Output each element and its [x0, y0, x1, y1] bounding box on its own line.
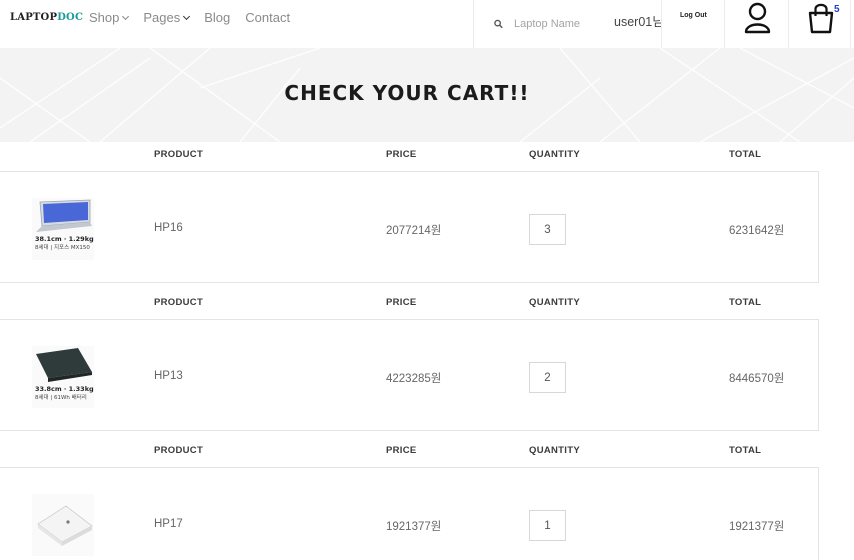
- product-name[interactable]: HP17: [154, 518, 183, 530]
- cart-row: 38.1cm · 1.29kg 8세대 | 지포스 MX150 HP16 207…: [0, 171, 819, 283]
- column-header-total: TOTAL: [729, 297, 762, 308]
- cart-list: PRODUCT PRICE QUANTITY TOTAL 38.1cm · 1.…: [0, 142, 819, 560]
- quantity-input[interactable]: 2: [529, 362, 566, 393]
- cart-row: 33.8cm · 1.33kg 8세대 | 61Wh 배터리 HP13 4223…: [0, 319, 819, 431]
- site-header: LAPTOPDOC Shop Pages Blog Contact user01…: [0, 0, 854, 48]
- column-header-product: PRODUCT: [154, 149, 204, 160]
- page-title: CHECK YOUR CART!!: [284, 81, 530, 105]
- main-nav: Shop Pages Blog Contact: [89, 10, 305, 25]
- column-header-total: TOTAL: [729, 149, 762, 160]
- header-divider: [724, 0, 725, 48]
- nav-label-contact: Contact: [245, 10, 291, 25]
- logo-accent-text: DOC: [57, 12, 84, 23]
- column-header-price: PRICE: [386, 297, 417, 308]
- column-header-product: PRODUCT: [154, 297, 204, 308]
- line-total: 6231642원: [729, 225, 785, 237]
- nav-label-shop: Shop: [89, 10, 120, 25]
- logo-text: LAPTOP: [10, 12, 58, 23]
- product-thumbnail[interactable]: 33.8cm · 1.33kg 8세대 | 61Wh 배터리: [32, 346, 94, 408]
- nav-label-pages: Pages: [143, 10, 181, 25]
- site-logo[interactable]: LAPTOPDOC: [10, 12, 83, 23]
- thumbnail-caption: 33.8cm · 1.33kg: [35, 385, 94, 393]
- product-thumbnail[interactable]: [32, 494, 94, 556]
- nav-label-blog: Blog: [204, 10, 231, 25]
- cart-row: HP17 1921377원 1 1921377원: [0, 467, 819, 560]
- cart-item: PRODUCT PRICE QUANTITY TOTAL HP17 192137…: [0, 438, 819, 560]
- line-total: 8446570원: [729, 373, 785, 385]
- nav-item-shop[interactable]: Shop: [89, 10, 130, 25]
- cart-item: PRODUCT PRICE QUANTITY TOTAL 33.8cm · 1.…: [0, 290, 819, 438]
- column-header-quantity: QUANTITY: [529, 445, 580, 456]
- nav-item-pages[interactable]: Pages: [143, 10, 191, 25]
- thumbnail-caption: 8세대 | 지포스 MX150: [35, 243, 90, 251]
- header-divider: [788, 0, 789, 48]
- chevron-down-icon: [183, 12, 191, 20]
- cart-count-badge: 5: [834, 4, 840, 15]
- product-price: 4223285원: [386, 373, 442, 385]
- search-input[interactable]: [514, 18, 614, 30]
- column-header-total: TOTAL: [729, 445, 762, 456]
- username-label: user01님: [614, 15, 662, 29]
- product-thumbnail[interactable]: 38.1cm · 1.29kg 8세대 | 지포스 MX150: [32, 198, 94, 260]
- thumbnail-caption: 38.1cm · 1.29kg: [35, 235, 94, 243]
- nav-item-blog[interactable]: Blog: [204, 10, 230, 25]
- logout-button[interactable]: Log Out: [680, 12, 707, 19]
- product-name[interactable]: HP13: [154, 370, 183, 382]
- cart-item: PRODUCT PRICE QUANTITY TOTAL 38.1cm · 1.…: [0, 142, 819, 290]
- product-price: 2077214원: [386, 225, 442, 237]
- shopping-bag-icon[interactable]: [806, 2, 836, 34]
- quantity-input[interactable]: 1: [529, 510, 566, 541]
- header-divider: [850, 0, 851, 48]
- quantity-input[interactable]: 3: [529, 214, 566, 245]
- header-divider: [661, 0, 662, 48]
- line-total: 1921377원: [729, 521, 785, 533]
- column-header-product: PRODUCT: [154, 445, 204, 456]
- user-icon[interactable]: [744, 2, 771, 34]
- chevron-down-icon: [122, 12, 130, 20]
- page-banner: CHECK YOUR CART!!: [0, 48, 854, 142]
- column-header-quantity: QUANTITY: [529, 297, 580, 308]
- nav-item-contact[interactable]: Contact: [245, 10, 290, 25]
- search-icon[interactable]: [494, 19, 503, 29]
- column-header-price: PRICE: [386, 445, 417, 456]
- column-header-quantity: QUANTITY: [529, 149, 580, 160]
- product-name[interactable]: HP16: [154, 222, 183, 234]
- column-header-price: PRICE: [386, 149, 417, 160]
- thumbnail-caption: 8세대 | 61Wh 배터리: [35, 393, 87, 401]
- search-bar: [474, 0, 614, 48]
- product-price: 1921377원: [386, 521, 442, 533]
